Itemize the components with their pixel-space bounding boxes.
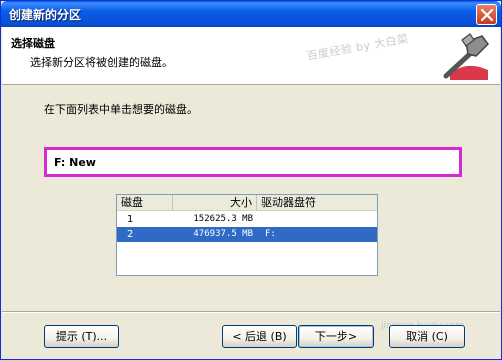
selected-partition-field: F: New (44, 147, 462, 177)
column-header-size[interactable]: 大小 (173, 195, 257, 211)
disk-number: 1 (127, 214, 134, 225)
watermark: 百度经验 by 大白菜 (305, 32, 410, 63)
disk-row-2[interactable]: 2 476937.5 MB F: (117, 227, 377, 242)
create-partition-dialog: 创建新的分区 选择磁盘 选择新分区将被创建的磁盘。 百度经验 by 大白菜 在下… (0, 0, 502, 360)
back-button[interactable]: < 后退 (B) (222, 325, 297, 348)
page-subtitle: 选择新分区将被创建的磁盘。 (30, 56, 173, 69)
disk-size: 476937.5 MB (193, 229, 253, 239)
page-title: 选择磁盘 (11, 37, 55, 50)
disk-list-header: 磁盘 大小 驱动器盘符 (117, 195, 377, 211)
next-button[interactable]: 下一步> (298, 325, 374, 348)
disk-row-1[interactable]: 1 152625.3 MB (117, 212, 377, 227)
disk-drive-letter: F: (265, 229, 276, 239)
column-header-disk[interactable]: 磁盘 (117, 195, 173, 211)
cancel-button[interactable]: 取消 (C) (389, 325, 465, 348)
close-button[interactable] (476, 4, 497, 25)
hammer-icon (443, 33, 489, 80)
selected-partition-label: F: New (54, 156, 96, 169)
title-bar[interactable]: 创建新的分区 (1, 1, 501, 27)
disk-size: 152625.3 MB (193, 214, 253, 224)
close-icon (481, 9, 493, 21)
disk-number: 2 (127, 229, 134, 240)
instruction-text: 在下面列表中单击想要的磁盘。 (44, 103, 198, 116)
column-header-drive[interactable]: 驱动器盘符 (257, 195, 377, 211)
window-title: 创建新的分区 (9, 8, 82, 22)
hint-button[interactable]: 提示 (T)... (44, 325, 119, 348)
disk-list[interactable]: 磁盘 大小 驱动器盘符 1 152625.3 MB 2 476937.5 MB … (116, 194, 378, 276)
wizard-header: 选择磁盘 选择新分区将被创建的磁盘。 百度经验 by 大白菜 (2, 27, 500, 85)
footer-divider (2, 311, 500, 313)
